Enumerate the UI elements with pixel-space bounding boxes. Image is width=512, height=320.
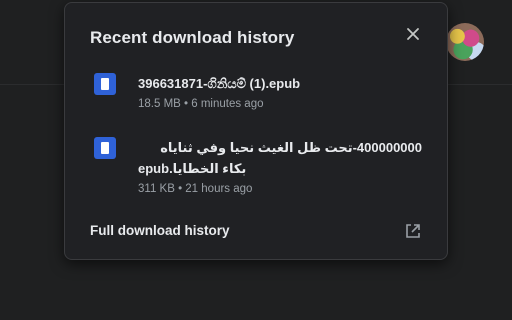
file-meta: 18.5 MB • 6 minutes ago: [138, 98, 264, 110]
profile-avatar[interactable]: [446, 23, 484, 61]
close-icon: [407, 28, 419, 40]
file-name: 396631871-ගිනියම් (1).epub: [138, 76, 301, 91]
downloads-panel: Recent download history 396631871-ගිනියම…: [64, 2, 448, 260]
download-item[interactable]: 400000000-تحت ظل الغيث نحيا وفي ثناياه ب…: [90, 137, 430, 197]
open-in-new-button[interactable]: [402, 220, 424, 242]
panel-title: Recent download history: [90, 28, 295, 47]
document-icon: [94, 137, 116, 159]
full-download-history-link[interactable]: Full download history: [90, 223, 230, 238]
file-meta: 311 KB • 21 hours ago: [138, 183, 253, 195]
file-name-line-1: 400000000-تحت ظل الغيث نحيا وفي ثناياه: [160, 140, 422, 155]
file-name-line-2: بكاء الخطايا.epub: [138, 161, 247, 176]
download-item[interactable]: 396631871-ගිනියම් (1).epub 18.5 MB • 6 m…: [90, 73, 430, 113]
open-in-new-icon: [406, 224, 420, 238]
document-icon: [94, 73, 116, 95]
close-button[interactable]: [402, 23, 424, 45]
